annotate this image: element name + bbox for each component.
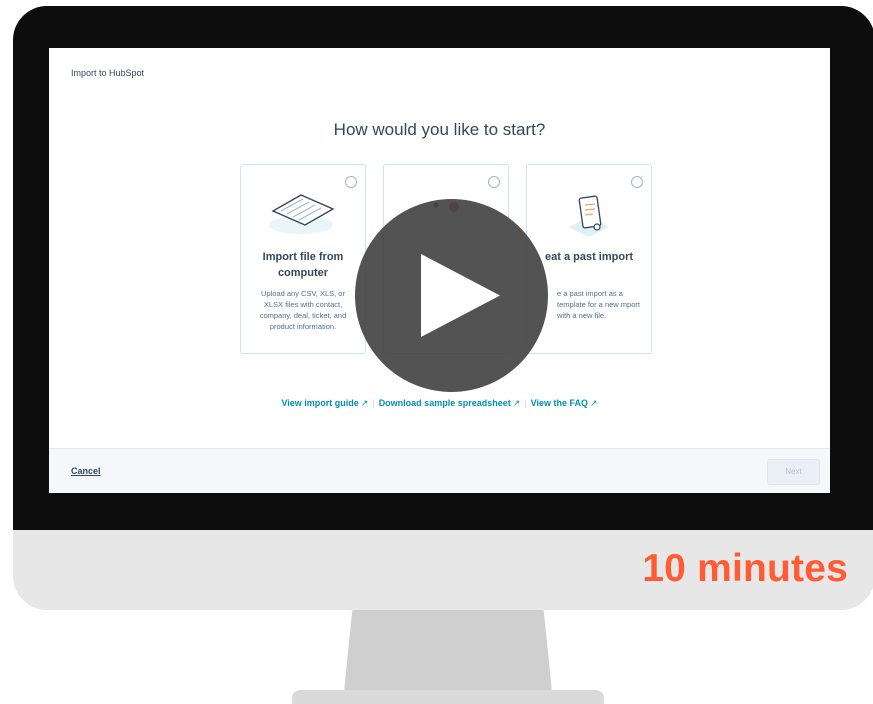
link-label: View import guide	[281, 398, 359, 408]
external-link-icon: ↗	[360, 398, 369, 408]
external-link-icon: ↗	[589, 398, 598, 408]
page-title: How would you like to start?	[333, 120, 546, 139]
card-title: eat a past import	[545, 251, 634, 263]
cancel-button[interactable]: Cancel	[71, 466, 101, 476]
link-label: View the FAQ	[530, 398, 588, 408]
paper-file-icon	[241, 181, 365, 243]
link-separator: |	[524, 398, 527, 408]
play-icon	[421, 254, 500, 337]
download-sample-link[interactable]: Download sample spreadsheet ↗	[379, 398, 521, 408]
duration-label: 10 minutes	[642, 547, 848, 590]
monitor-stand	[344, 610, 552, 692]
footer-bar: Cancel Next	[49, 448, 830, 493]
help-links: View import guide ↗ | Download sample sprea…	[49, 398, 830, 409]
link-separator: |	[372, 398, 375, 408]
import-file-card[interactable]: Import file from computer Upload any CSV…	[240, 164, 366, 354]
play-button[interactable]	[355, 199, 548, 392]
external-link-icon: ↗	[512, 398, 521, 408]
card-desc: Upload any CSV, XLS, or XLSX files with …	[259, 289, 347, 331]
card-title: Import file from computer	[262, 251, 344, 279]
link-label: Download sample spreadsheet	[378, 398, 511, 408]
view-import-guide-link[interactable]: View import guide ↗	[281, 398, 368, 408]
view-faq-link[interactable]: View the FAQ ↗	[531, 398, 598, 408]
next-button[interactable]: Next	[767, 459, 820, 485]
card-desc: e a past import as a template for a new …	[557, 289, 640, 320]
breadcrumb[interactable]: Import to HubSpot	[71, 68, 144, 78]
